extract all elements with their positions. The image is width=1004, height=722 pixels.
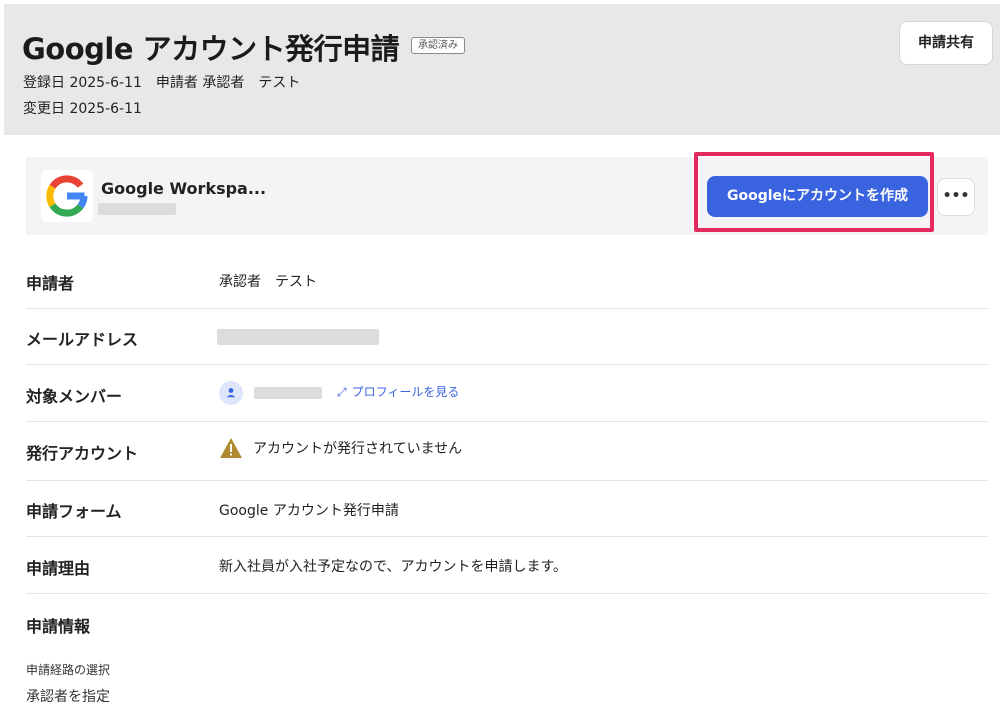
email-label: メールアドレス bbox=[26, 330, 139, 349]
application-info-label: 申請情報 bbox=[26, 617, 91, 636]
modified-date: 変更日 2025-6-11 bbox=[23, 101, 142, 117]
divider bbox=[26, 308, 988, 309]
page-header: Google アカウント発行申請 承認済み 登録日 2025-6-11 申請者 承… bbox=[4, 4, 1000, 135]
reason-label: 申請理由 bbox=[26, 559, 91, 578]
issued-account-value: アカウントが発行されていません bbox=[253, 441, 463, 457]
registered-date: 登録日 2025-6-11 bbox=[23, 75, 142, 91]
page-title: Google アカウント発行申請 bbox=[22, 32, 400, 66]
redacted-text bbox=[98, 203, 176, 215]
user-icon bbox=[219, 381, 243, 405]
google-g-icon bbox=[41, 170, 93, 222]
more-horizontal-icon[interactable]: ••• bbox=[937, 178, 975, 216]
redacted-member-name bbox=[254, 387, 322, 399]
service-name: Google Workspa... bbox=[101, 179, 267, 198]
divider bbox=[26, 421, 988, 422]
meta-line: 登録日 2025-6-11 申請者 承認者 テスト bbox=[23, 72, 300, 92]
divider bbox=[26, 480, 988, 481]
redacted-email bbox=[217, 329, 379, 345]
view-profile-link[interactable]: ⤢ プロフィールを見る bbox=[337, 383, 459, 400]
form-label: 申請フォーム bbox=[26, 502, 122, 521]
reason-value: 新入社員が入社予定なので、アカウントを申請します。 bbox=[219, 559, 568, 575]
application-detail-page: Google アカウント発行申請 承認済み 登録日 2025-6-11 申請者 承… bbox=[4, 4, 1000, 718]
warning-triangle-icon bbox=[219, 437, 243, 459]
create-google-account-button[interactable]: Googleにアカウントを作成 bbox=[707, 176, 928, 217]
issued-account-label: 発行アカウント bbox=[26, 444, 139, 463]
route-selection-value: 承認者を指定 bbox=[26, 689, 110, 705]
status-badge: 承認済み bbox=[411, 37, 465, 54]
expand-arrow-icon: ⤢ bbox=[337, 385, 347, 399]
divider bbox=[26, 593, 988, 594]
divider bbox=[26, 364, 988, 365]
applicant-label: 申請者 bbox=[26, 274, 75, 293]
route-selection-label: 申請経路の選択 bbox=[26, 663, 111, 677]
member-label: 対象メンバー bbox=[26, 387, 123, 406]
divider bbox=[26, 536, 988, 537]
view-profile-label: プロフィールを見る bbox=[351, 385, 460, 399]
form-value: Google アカウント発行申請 bbox=[219, 503, 399, 519]
applicant-value: 承認者 テスト bbox=[219, 274, 317, 290]
share-application-button[interactable]: 申請共有 bbox=[899, 21, 993, 65]
applicant-meta: 申請者 承認者 テスト bbox=[155, 75, 301, 91]
